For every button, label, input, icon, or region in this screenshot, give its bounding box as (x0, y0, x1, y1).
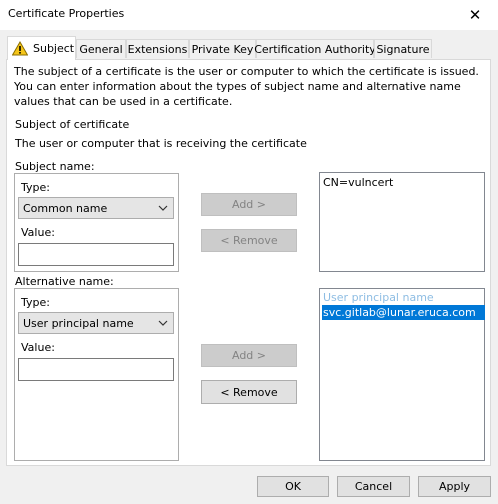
subject-name-list[interactable]: CN=vulncert (319, 172, 485, 272)
window-title: Certificate Properties (8, 7, 125, 20)
apply-label: Apply (438, 480, 471, 493)
tab-subject-label: Subject (33, 42, 75, 55)
subject-of-certificate-text: The user or computer that is receiving t… (15, 137, 307, 150)
warning-icon (12, 41, 28, 56)
tab-certification-authority-label: Certification Authority (254, 42, 376, 56)
alternative-type-value: User principal name (23, 316, 134, 330)
tab-subject[interactable]: Subject (7, 36, 76, 60)
list-group-header: User principal name (323, 291, 434, 304)
subject-remove-button[interactable]: < Remove (201, 229, 297, 252)
tab-extensions[interactable]: Extensions (126, 39, 189, 58)
tab-signature-label: Signature (376, 42, 430, 56)
subject-type-value: Common name (23, 201, 108, 215)
tab-private-key[interactable]: Private Key (189, 39, 256, 58)
alternative-name-list[interactable]: User principal name svc.gitlab@lunar.eru… (319, 288, 485, 461)
tab-general[interactable]: General (76, 39, 126, 58)
subject-add-button[interactable]: Add > (201, 193, 297, 216)
tab-general-label: General (79, 42, 123, 56)
close-button[interactable]: ✕ (452, 0, 498, 30)
alternative-value-label: Value: (21, 341, 55, 354)
title-bar: Certificate Properties ✕ (0, 0, 498, 30)
ok-label: OK (285, 480, 301, 493)
alternative-type-select[interactable]: User principal name (18, 312, 174, 334)
subject-of-certificate-heading: Subject of certificate (15, 118, 130, 131)
subject-value-label: Value: (21, 226, 55, 239)
cancel-button[interactable]: Cancel (337, 476, 410, 497)
alternative-name-label: Alternative name: (15, 275, 114, 288)
tab-certification-authority[interactable]: Certification Authority (254, 39, 376, 58)
chevron-down-icon (158, 320, 168, 326)
alternative-add-label: Add > (231, 349, 266, 362)
alternative-remove-button[interactable]: < Remove (201, 380, 297, 404)
alternative-value-input[interactable] (18, 358, 174, 381)
subject-type-select[interactable]: Common name (18, 197, 174, 219)
description-text: The subject of a certificate is the user… (14, 65, 479, 108)
subject-remove-label: < Remove (220, 234, 278, 247)
subject-name-label: Subject name: (15, 160, 95, 173)
alternative-type-label: Type: (21, 296, 50, 309)
alternative-add-button[interactable]: Add > (201, 344, 297, 367)
tab-extensions-label: Extensions (127, 42, 188, 56)
tab-signature[interactable]: Signature (374, 39, 432, 58)
alternative-remove-label: < Remove (220, 385, 278, 399)
apply-button[interactable]: Apply (418, 476, 491, 497)
cancel-label: Cancel (354, 480, 393, 493)
subject-type-label: Type: (21, 181, 50, 194)
subject-add-label: Add > (231, 198, 266, 211)
ok-button[interactable]: OK (257, 476, 329, 497)
tab-private-key-label: Private Key (191, 42, 254, 56)
list-item[interactable]: svc.gitlab@lunar.eruca.com (322, 305, 485, 320)
chevron-down-icon (158, 205, 168, 211)
close-icon: ✕ (468, 6, 482, 24)
list-item[interactable]: CN=vulncert (322, 175, 393, 190)
subject-value-input[interactable] (18, 243, 174, 266)
